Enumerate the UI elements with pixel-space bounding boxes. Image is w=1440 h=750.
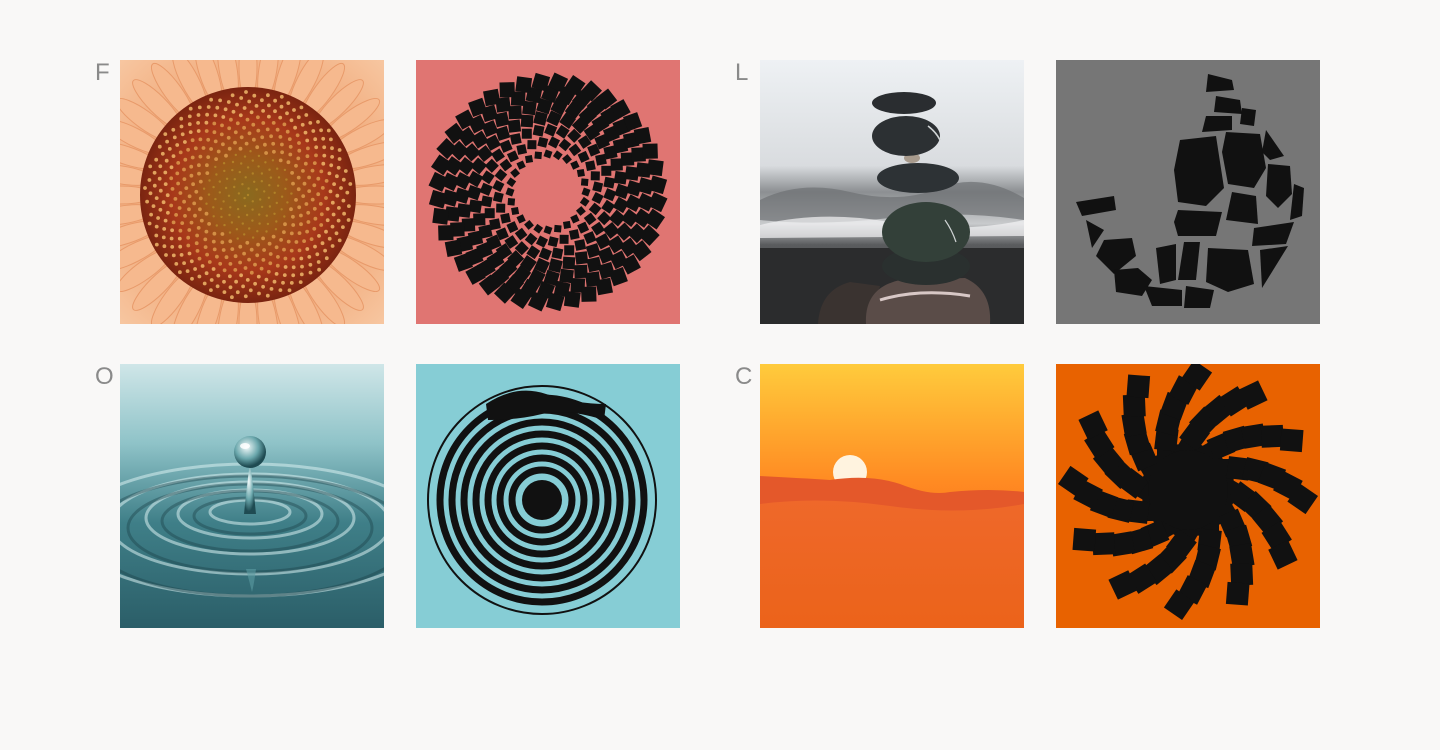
- stacked-stones-photo: [760, 60, 1024, 324]
- stone-mosaic-pattern: [1056, 60, 1320, 324]
- sunflower-photo: [120, 60, 384, 324]
- letter-f: F: [95, 59, 110, 86]
- water-drop-photo: [120, 364, 384, 628]
- letter-c: C: [735, 363, 753, 390]
- desert-sunset-photo: [760, 364, 1024, 628]
- ripple-rings-pattern: [416, 364, 680, 628]
- checker-spiral-pattern: [416, 60, 680, 324]
- pinwheel-sun-pattern: [1056, 364, 1320, 628]
- letter-l: L: [735, 59, 749, 86]
- letter-o: O: [95, 363, 114, 390]
